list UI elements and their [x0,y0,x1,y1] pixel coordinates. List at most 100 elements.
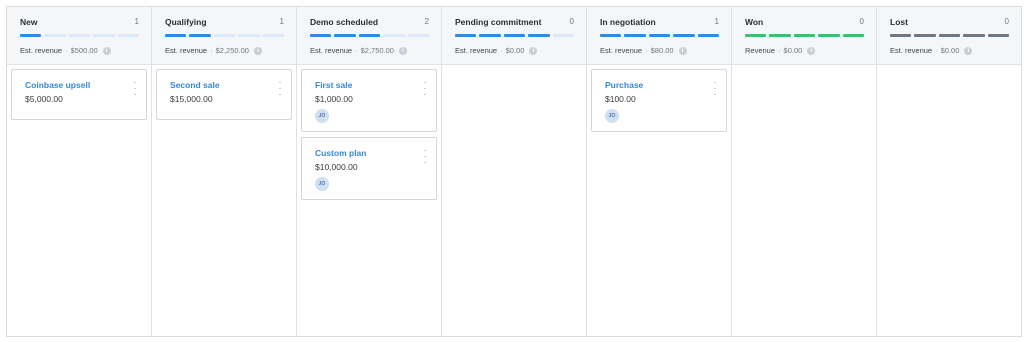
column-revenue: Est. revenue · $80.00 i [600,46,719,55]
deal-card[interactable]: Coinbase upsell $5,000.00 · · · [11,69,147,120]
revenue-label: Est. revenue [455,46,498,55]
progress-segment-filled [745,34,767,37]
column-header[interactable]: Pending commitment 0 Est. revenue · $0.0… [442,7,586,65]
stage-progress-bar [745,34,865,37]
more-options-icon[interactable]: · · · [423,146,427,167]
info-icon[interactable]: i [102,46,111,55]
progress-segment-filled [673,34,695,37]
column-header[interactable]: Demo scheduled 2 Est. revenue · $2,750.0… [297,7,441,65]
info-icon[interactable]: i [807,46,816,55]
deal-card[interactable]: Purchase $100.00 · · · JO [591,69,727,132]
progress-segment-empty [117,34,140,37]
revenue-value: $80.00 [650,46,674,55]
pipeline-column-2: Demo scheduled 2 Est. revenue · $2,750.0… [297,7,442,336]
pipeline-column-4: In negotiation 1 Est. revenue · $80.00 i… [587,7,732,336]
column-count: 0 [569,17,574,26]
stage-progress-bar [890,34,1010,37]
column-body: Coinbase upsell $5,000.00 · · · [7,65,151,336]
separator-dot: · [935,46,938,55]
stage-progress-bar [455,34,575,37]
column-title: In negotiation [600,17,656,27]
revenue-label: Est. revenue [600,46,643,55]
column-body [877,65,1021,336]
progress-segment-filled [20,34,42,37]
revenue-value: $0.00 [505,46,525,55]
separator-dot: · [210,46,213,55]
pipeline-column-3: Pending commitment 0 Est. revenue · $0.0… [442,7,587,336]
progress-segment-empty [93,34,115,37]
revenue-value: $2,250.00 [215,46,249,55]
deal-title-link[interactable]: Coinbase upsell [25,80,134,90]
deal-title-link[interactable]: Second sale [170,80,279,90]
info-icon[interactable]: i [253,46,262,55]
column-revenue: Est. revenue · $2,250.00 i [165,46,284,55]
progress-segment-filled [818,34,840,37]
more-options-icon[interactable]: · · · [133,78,137,99]
column-count: 2 [424,17,429,26]
owner-avatar[interactable]: JO [315,177,329,191]
stage-progress-bar [165,34,285,37]
deal-title-link[interactable]: Purchase [605,80,714,90]
progress-segment-empty [383,34,405,37]
pipeline-column-6: Lost 0 Est. revenue · $0.00 i [877,7,1021,336]
info-icon[interactable]: i [398,46,407,55]
owner-avatar[interactable]: JO [315,109,329,123]
separator-dot: · [778,46,781,55]
column-header[interactable]: In negotiation 1 Est. revenue · $80.00 i [587,7,731,65]
more-options-icon[interactable]: · · · [713,78,717,99]
deal-title-link[interactable]: First sale [315,80,424,90]
info-icon[interactable]: i [529,46,538,55]
column-body: Purchase $100.00 · · · JO [587,65,731,336]
progress-segment-filled [914,34,936,37]
progress-segment-filled [189,34,211,37]
separator-dot: · [355,46,358,55]
deal-value: $1,000.00 [315,94,353,104]
column-count: 1 [279,17,284,26]
owner-avatar[interactable]: JO [605,109,619,123]
info-icon[interactable]: i [964,46,973,55]
deal-value: $100.00 [605,94,636,104]
column-body [732,65,876,336]
progress-segment-filled [528,34,550,37]
column-header[interactable]: Qualifying 1 Est. revenue · $2,250.00 i [152,7,296,65]
column-header[interactable]: Won 0 Revenue · $0.00 i [732,7,876,65]
revenue-label: Est. revenue [310,46,353,55]
separator-dot: · [645,46,648,55]
progress-segment-filled [648,34,671,37]
progress-segment-empty [44,34,66,37]
info-icon[interactable]: i [678,46,687,55]
revenue-value: $500.00 [70,46,98,55]
progress-segment-empty [213,34,236,37]
progress-segment-filled [793,34,816,37]
progress-segment-filled [455,34,477,37]
column-title: Lost [890,17,908,27]
progress-segment-filled [334,34,356,37]
separator-dot: · [65,46,68,55]
column-body: Second sale $15,000.00 · · · [152,65,296,336]
column-title: New [20,17,38,27]
column-body: First sale $1,000.00 · · · JO Custom plan … [297,65,441,336]
progress-segment-empty [262,34,285,37]
deal-card[interactable]: First sale $1,000.00 · · · JO [301,69,437,132]
deal-card[interactable]: Custom plan $10,000.00 · · · JO [301,137,437,200]
column-header[interactable]: Lost 0 Est. revenue · $0.00 i [877,7,1021,65]
progress-segment-filled [600,34,622,37]
progress-segment-filled [842,34,865,37]
deal-card[interactable]: Second sale $15,000.00 · · · [156,69,292,120]
column-title: Pending commitment [455,17,542,27]
deal-title-link[interactable]: Custom plan [315,148,424,158]
progress-segment-empty [552,34,575,37]
column-revenue: Revenue · $0.00 i [745,46,864,55]
progress-segment-empty [68,34,91,37]
column-count: 0 [859,17,864,26]
more-options-icon[interactable]: · · · [423,78,427,99]
progress-segment-filled [479,34,501,37]
progress-segment-empty [238,34,260,37]
column-revenue: Est. revenue · $0.00 i [890,46,1009,55]
more-options-icon[interactable]: · · · [278,78,282,99]
progress-segment-filled [938,34,961,37]
progress-segment-filled [624,34,646,37]
deal-value: $5,000.00 [25,94,63,104]
deal-value: $10,000.00 [315,162,358,172]
column-header[interactable]: New 1 Est. revenue · $500.00 i [7,7,151,65]
